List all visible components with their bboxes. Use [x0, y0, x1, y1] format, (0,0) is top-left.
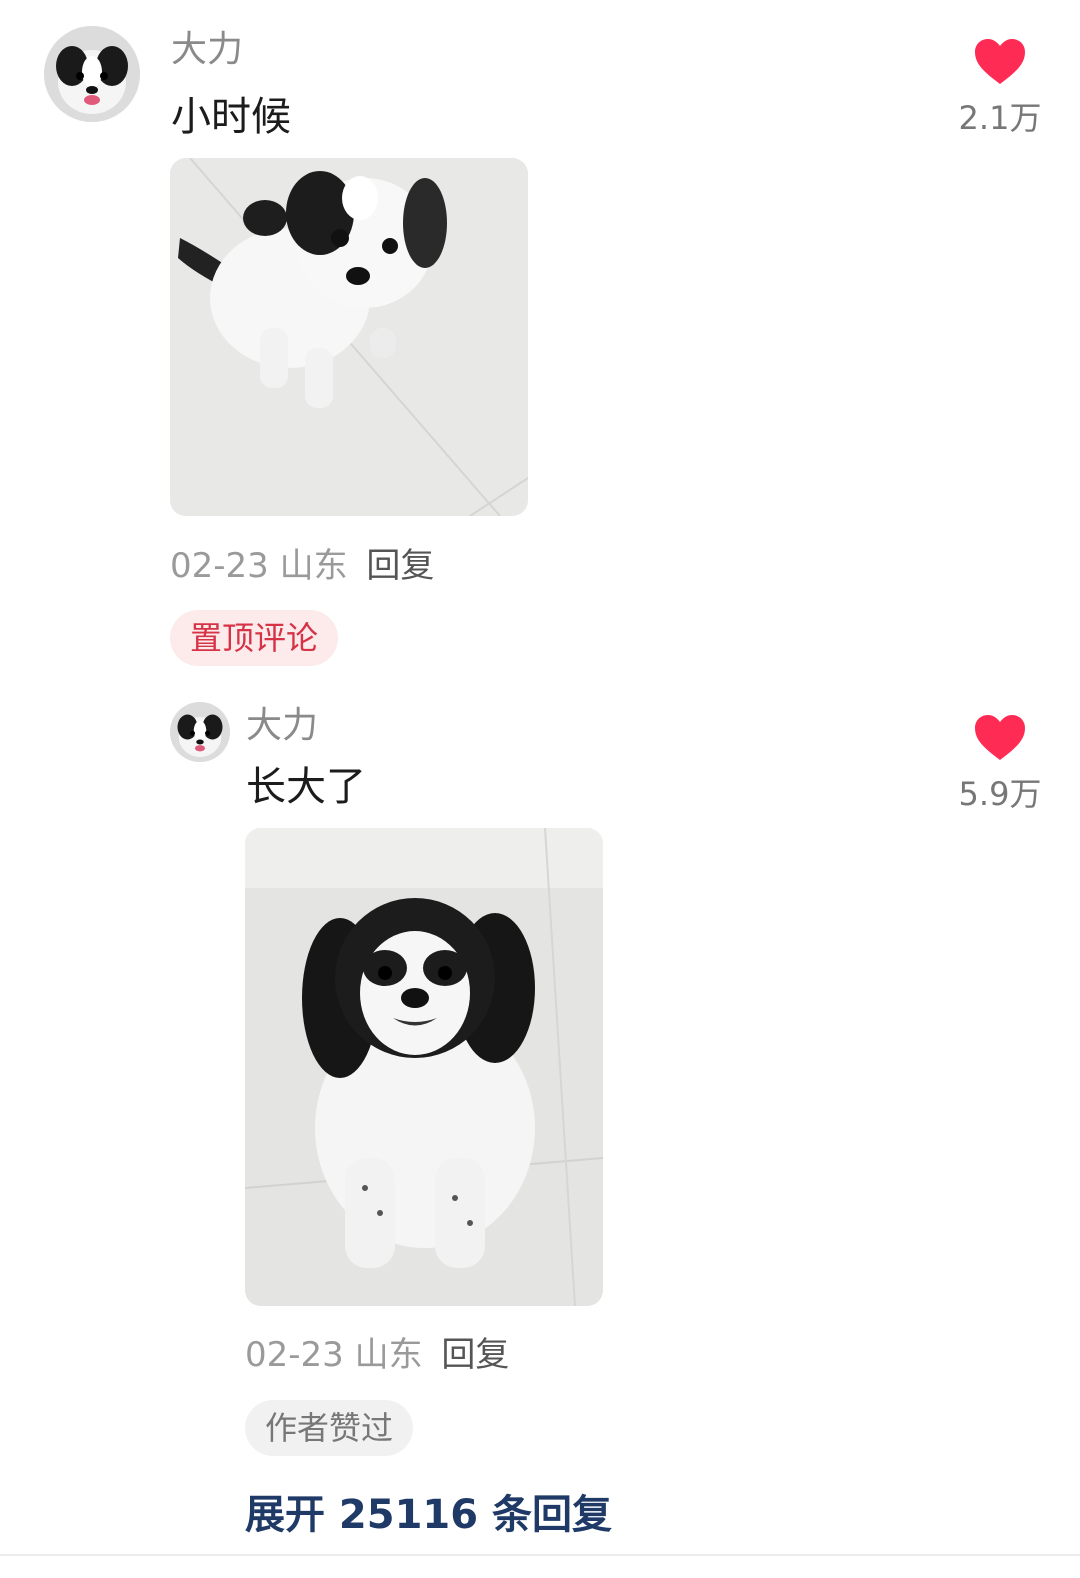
comment-username[interactable]: 大力	[171, 28, 243, 72]
reply-like[interactable]: 5.9万	[940, 714, 1060, 814]
heart-icon[interactable]	[974, 38, 1026, 86]
comment-text: 小时候	[171, 94, 291, 140]
comment-meta: 02-23 山东 回复	[170, 545, 434, 587]
pinned-badge: 置顶评论	[170, 610, 339, 666]
puppy-photo	[170, 158, 528, 516]
reply-text: 长大了	[246, 764, 366, 810]
reply-photo[interactable]	[245, 828, 603, 1306]
reply-reply-button[interactable]: 回复	[441, 1335, 509, 1375]
divider	[0, 1554, 1080, 1556]
reply-username[interactable]: 大力	[246, 704, 318, 748]
expand-replies-button[interactable]: 展开 25116 条回复	[245, 1490, 612, 1540]
like-count: 2.1万	[958, 99, 1042, 137]
comment-date: 02-23	[170, 546, 269, 586]
author-liked-badge: 作者赞过	[245, 1400, 414, 1456]
comment-location: 山东	[279, 546, 348, 586]
reply-button[interactable]: 回复	[366, 546, 434, 586]
like-count: 5.9万	[958, 775, 1042, 813]
reply-date: 02-23	[245, 1335, 344, 1375]
reply-location: 山东	[354, 1335, 423, 1375]
grown-dog-photo	[245, 828, 603, 1306]
heart-icon[interactable]	[974, 714, 1026, 762]
reply-meta: 02-23 山东 回复	[245, 1334, 509, 1376]
reply-avatar[interactable]	[170, 702, 230, 762]
avatar-image	[170, 702, 230, 762]
avatar[interactable]	[44, 26, 140, 122]
comment-photo[interactable]	[170, 158, 528, 516]
avatar-image	[44, 26, 140, 122]
comment-like[interactable]: 2.1万	[940, 38, 1060, 138]
